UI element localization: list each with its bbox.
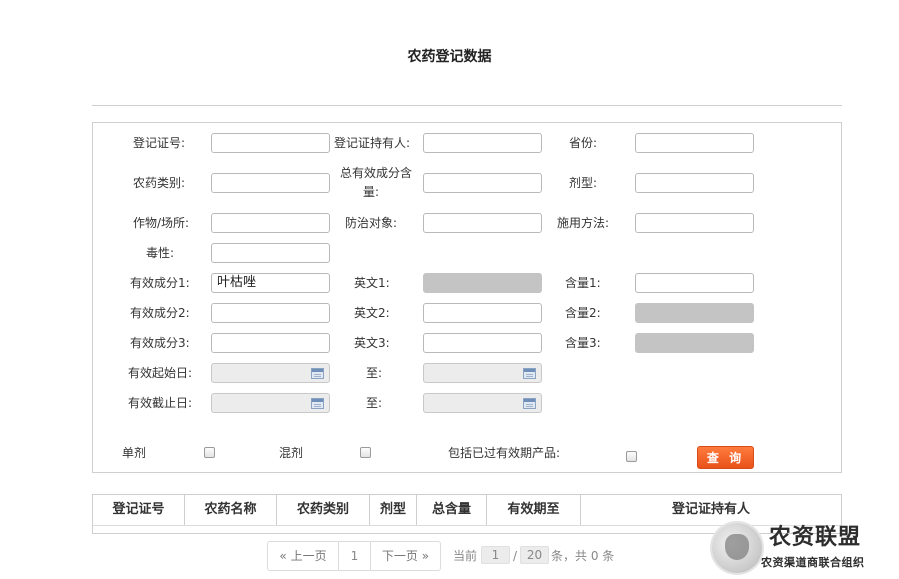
mixed-agent-checkbox[interactable] [360, 447, 371, 458]
ingredient3-label: 有效成分3: [130, 336, 190, 350]
start-date-to-label: 至: [366, 366, 383, 380]
total-pages-box: 20 [520, 546, 549, 564]
calendar-icon[interactable] [311, 398, 324, 409]
english2-input[interactable] [423, 303, 542, 323]
start-date-from-input[interactable] [211, 363, 330, 383]
category-input[interactable] [211, 173, 330, 193]
calendar-icon[interactable] [311, 368, 324, 379]
content1-input[interactable] [635, 273, 754, 293]
content2-label: 含量2: [565, 306, 601, 320]
province-label: 省份: [569, 136, 598, 150]
target-input[interactable] [423, 213, 542, 233]
column-header-name[interactable]: 农药名称 [185, 495, 277, 525]
total-records-text: 条，共 0 条 [551, 549, 615, 563]
toxicity-input[interactable] [211, 243, 330, 263]
page-separator: / [513, 549, 518, 563]
ingredient1-label: 有效成分1: [130, 276, 190, 290]
category-label: 农药类别: [133, 176, 186, 190]
logo-title: 农资联盟 [769, 525, 862, 550]
total-content-input[interactable] [423, 173, 542, 193]
total-content-label-line2: 量: [363, 185, 380, 199]
page-number-input[interactable]: 1 [481, 546, 510, 564]
end-date-to-label: 至: [366, 396, 383, 410]
content3-input [635, 333, 754, 353]
next-page-button[interactable]: 下一页 » [371, 542, 440, 570]
title-divider [92, 105, 842, 106]
include-expired-label: 包括已过有效期产品: [448, 446, 561, 460]
ingredient3-input[interactable] [211, 333, 330, 353]
column-header-category[interactable]: 农药类别 [277, 495, 370, 525]
toxicity-label: 毒性: [146, 246, 175, 260]
column-header-reg-no[interactable]: 登记证号 [93, 495, 185, 525]
reg-no-label: 登记证号: [133, 136, 186, 150]
logo-subtitle: 农资渠道商联合组织 [761, 556, 865, 569]
reg-no-input[interactable] [211, 133, 330, 153]
prev-page-button[interactable]: « 上一页 [268, 542, 339, 570]
end-date-to-input[interactable] [423, 393, 542, 413]
holder-input[interactable] [423, 133, 542, 153]
include-expired-checkbox[interactable] [626, 451, 637, 462]
ingredient2-label: 有效成分2: [130, 306, 190, 320]
crop-label: 作物/场所: [133, 216, 190, 230]
content1-label: 含量1: [565, 276, 601, 290]
content2-input [635, 303, 754, 323]
calendar-icon[interactable] [523, 398, 536, 409]
formulation-label: 剂型: [569, 176, 598, 190]
single-agent-label: 单剂 [122, 446, 147, 460]
single-agent-checkbox[interactable] [204, 447, 215, 458]
start-date-to-input[interactable] [423, 363, 542, 383]
end-date-from-input[interactable] [211, 393, 330, 413]
page-title: 农药登记数据 [407, 49, 492, 65]
method-input[interactable] [635, 213, 754, 233]
province-input[interactable] [635, 133, 754, 153]
lion-head-icon [712, 523, 762, 573]
ingredient1-input[interactable]: 叶枯唑 [211, 273, 330, 293]
ingredient2-input[interactable] [211, 303, 330, 323]
column-header-formulation[interactable]: 剂型 [370, 495, 417, 525]
formulation-input[interactable] [635, 173, 754, 193]
method-label: 施用方法: [557, 216, 610, 230]
content3-label: 含量3: [565, 336, 601, 350]
end-date-label: 有效截止日: [128, 396, 193, 410]
brand-logo: 农资联盟 农资渠道商联合组织 [707, 520, 897, 578]
english1-label: 英文1: [354, 276, 390, 290]
english3-input[interactable] [423, 333, 542, 353]
total-content-label-line1: 总有效成分含 [340, 166, 413, 180]
column-header-total-content[interactable]: 总含量 [417, 495, 487, 525]
holder-label: 登记证持有人: [334, 136, 411, 150]
english3-label: 英文3: [354, 336, 390, 350]
english1-input [423, 273, 542, 293]
calendar-icon[interactable] [523, 368, 536, 379]
current-page-button[interactable]: 1 [339, 542, 371, 570]
current-label: 当前 [453, 549, 478, 563]
start-date-label: 有效起始日: [128, 366, 193, 380]
english2-label: 英文2: [354, 306, 390, 320]
pagination: « 上一页 1 下一页 » [267, 541, 441, 571]
mixed-agent-label: 混剂 [279, 446, 304, 460]
query-button[interactable]: 查 询 [697, 446, 754, 469]
crop-input[interactable] [211, 213, 330, 233]
column-header-valid-until[interactable]: 有效期至 [487, 495, 581, 525]
target-label: 防治对象: [345, 216, 398, 230]
